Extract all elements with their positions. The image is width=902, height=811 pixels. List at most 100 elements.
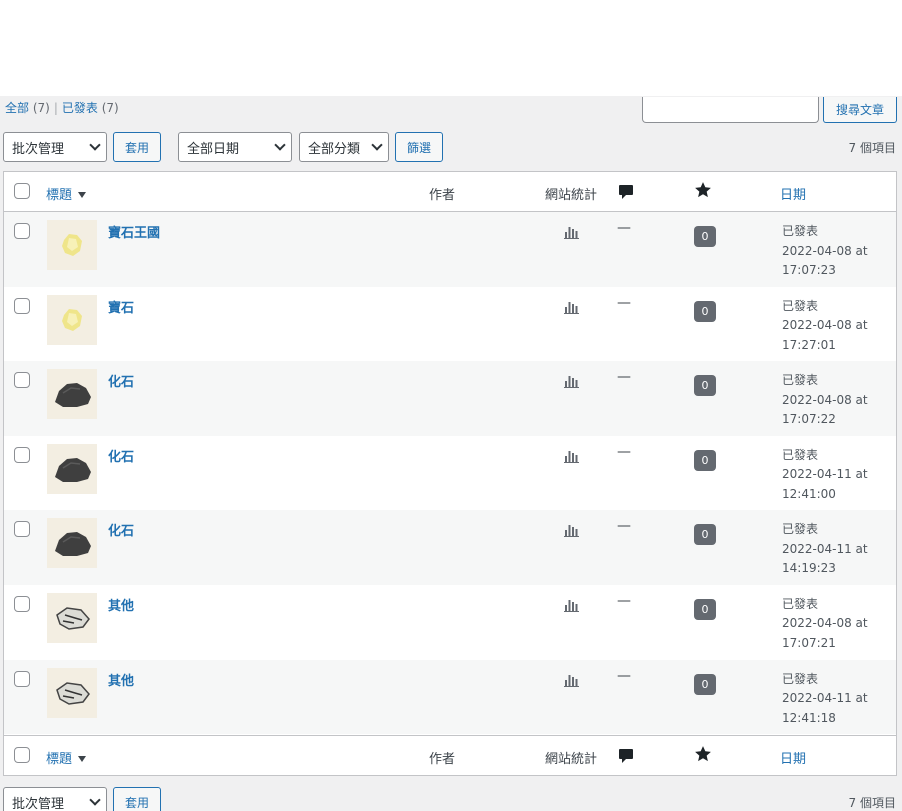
comment-count-badge[interactable]: 0 <box>694 300 716 322</box>
post-thumbnail[interactable] <box>47 369 97 420</box>
row-checkbox[interactable] <box>14 372 30 389</box>
post-thumbnail[interactable] <box>47 294 97 345</box>
post-date-value: 2022-04-08 at <box>782 392 868 407</box>
post-title-link[interactable]: 其他 <box>108 595 134 614</box>
search-posts-button[interactable]: 搜尋文章 <box>823 97 897 123</box>
filter-all-label: 全部 <box>5 101 30 115</box>
table-body: 寶石王國 — 0 已發表 2022-04-08 at 17:07:23 寶石 — 0 已發表 202… <box>4 212 896 735</box>
comment-bubble-icon[interactable] <box>618 184 634 205</box>
bar-chart-icon[interactable] <box>564 373 579 392</box>
date-filter-select[interactable]: 全部日期 <box>178 132 292 162</box>
post-author: — <box>617 667 631 684</box>
column-date-sort-footer[interactable]: 日期 <box>780 748 806 767</box>
table-row: 化石 — 0 已發表 2022-04-08 at 17:07:22 <box>4 361 896 436</box>
post-time-value: 14:19:23 <box>782 561 836 576</box>
sort-down-icon <box>78 756 87 762</box>
post-time-value: 17:07:23 <box>782 263 836 277</box>
chevron-down-icon <box>274 139 286 151</box>
date-filter-value: 全部日期 <box>187 141 240 157</box>
search-input[interactable] <box>642 97 819 123</box>
row-checkbox[interactable] <box>14 223 30 239</box>
bar-chart-icon[interactable] <box>564 299 579 318</box>
apply-button[interactable]: 套用 <box>113 132 161 162</box>
filter-published-link[interactable]: 已發表 (7) <box>62 101 119 115</box>
post-title-link[interactable]: 化石 <box>108 520 134 539</box>
select-all-checkbox[interactable] <box>14 183 30 199</box>
post-author: — <box>617 294 631 311</box>
comment-bubble-icon[interactable] <box>618 748 634 769</box>
filter-all-link[interactable]: 全部 (7) <box>5 101 50 115</box>
select-all-checkbox-footer[interactable] <box>14 747 30 763</box>
comment-count-badge[interactable]: 0 <box>694 449 716 471</box>
bulk-action-select-bottom[interactable]: 批次管理 <box>3 787 107 811</box>
star-icon[interactable] <box>694 745 712 767</box>
post-thumbnail[interactable] <box>47 667 97 718</box>
post-title-link[interactable]: 寶石 <box>108 297 134 316</box>
comment-count-badge[interactable]: 0 <box>694 673 716 695</box>
post-date-value: 2022-04-08 at <box>782 243 868 258</box>
bar-chart-icon[interactable] <box>564 224 579 243</box>
column-author: 作者 <box>429 188 456 203</box>
post-author: — <box>617 443 631 460</box>
category-filter-value: 全部分類 <box>308 141 361 157</box>
comment-count-badge[interactable]: 0 <box>694 226 716 247</box>
sort-down-icon <box>78 192 87 198</box>
row-checkbox[interactable] <box>14 595 30 612</box>
post-status: 已發表 <box>782 224 819 238</box>
table-row: 其他 — 0 已發表 2022-04-08 at 17:07:21 <box>4 585 896 660</box>
bar-chart-icon[interactable] <box>564 672 579 691</box>
bulk-action-value: 批次管理 <box>12 796 65 811</box>
table-row: 寶石王國 — 0 已發表 2022-04-08 at 17:07:23 <box>4 212 896 287</box>
post-date: 已發表 2022-04-08 at 17:07:22 <box>782 371 868 430</box>
comment-count-badge[interactable]: 0 <box>694 598 716 620</box>
post-title-link[interactable]: 化石 <box>108 446 134 465</box>
post-title-link[interactable]: 寶石王國 <box>108 222 160 241</box>
post-title-link[interactable]: 其他 <box>108 670 134 689</box>
apply-button-bottom[interactable]: 套用 <box>113 787 161 811</box>
bar-chart-icon[interactable] <box>564 448 579 467</box>
post-date-value: 2022-04-08 at <box>782 616 868 631</box>
row-checkbox[interactable] <box>14 446 30 463</box>
post-date-value: 2022-04-11 at <box>782 467 868 482</box>
post-time-value: 12:41:00 <box>782 486 836 501</box>
comment-count-badge[interactable]: 0 <box>694 524 716 546</box>
post-time-value: 17:07:21 <box>782 635 836 650</box>
post-thumbnail[interactable] <box>47 443 97 494</box>
comment-count-badge[interactable]: 0 <box>694 375 716 397</box>
post-status: 已發表 <box>782 298 819 313</box>
column-title-sort[interactable]: 標題 <box>46 184 87 203</box>
post-time-value: 17:27:01 <box>782 337 836 352</box>
category-filter-select[interactable]: 全部分類 <box>299 132 389 162</box>
bulk-action-value: 批次管理 <box>12 141 65 157</box>
star-icon[interactable] <box>694 181 712 203</box>
post-title-link[interactable]: 化石 <box>108 371 134 390</box>
post-status: 已發表 <box>782 447 819 462</box>
filter-separator: | <box>53 101 58 115</box>
post-date-value: 2022-04-11 at <box>782 541 868 556</box>
filter-all-count: (7) <box>32 101 50 115</box>
post-thumbnail[interactable] <box>47 518 97 569</box>
post-thumbnail[interactable] <box>47 592 97 643</box>
bar-chart-icon[interactable] <box>564 597 579 616</box>
posts-table: 標題 作者 網站統計 日期 寶石王國 — 0 已發表 2022-04-08 at 17:0… <box>3 171 897 776</box>
post-time-value: 17:07:22 <box>782 412 836 427</box>
row-checkbox[interactable] <box>14 670 30 687</box>
filter-published-count: (7) <box>101 101 119 115</box>
column-date-sort[interactable]: 日期 <box>780 184 806 203</box>
table-row: 寶石 — 0 已發表 2022-04-08 at 17:27:01 <box>4 287 896 362</box>
post-date-value: 2022-04-11 at <box>782 691 868 706</box>
chevron-down-icon <box>371 139 383 151</box>
bulk-action-select[interactable]: 批次管理 <box>3 132 107 162</box>
filter-button[interactable]: 篩選 <box>395 132 443 162</box>
chevron-down-icon <box>89 139 101 151</box>
post-thumbnail[interactable] <box>47 220 97 270</box>
post-status: 已發表 <box>782 522 819 537</box>
bar-chart-icon[interactable] <box>564 522 579 541</box>
row-checkbox[interactable] <box>14 521 30 538</box>
post-author: — <box>617 518 631 535</box>
column-title-sort-footer[interactable]: 標題 <box>46 748 87 767</box>
item-count-bottom: 7 個項目 <box>848 796 896 810</box>
item-count-top: 7 個項目 <box>848 141 896 155</box>
post-date: 已發表 2022-04-11 at 14:19:23 <box>782 520 868 579</box>
row-checkbox[interactable] <box>14 297 30 314</box>
